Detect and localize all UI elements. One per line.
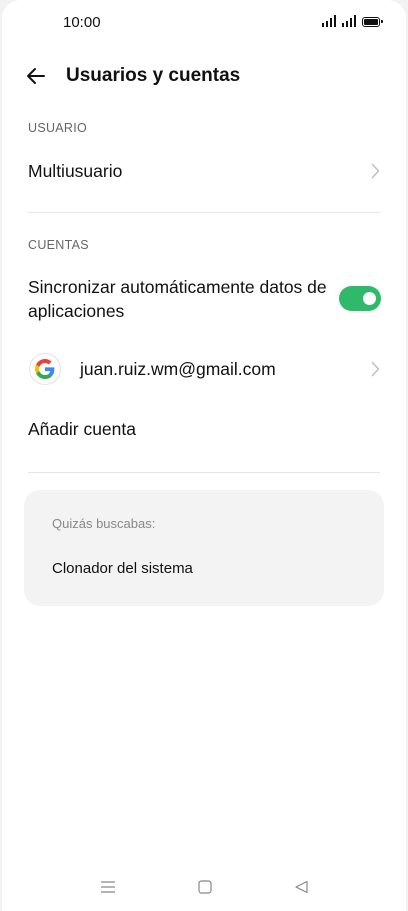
google-icon xyxy=(30,354,60,384)
status-time: 10:00 xyxy=(63,14,101,31)
add-account-label: Añadir cuenta xyxy=(28,419,136,439)
chevron-right-icon xyxy=(371,361,380,377)
section-label-cuentas: CUENTAS xyxy=(28,238,89,252)
status-bar: 10:00 xyxy=(2,0,406,44)
divider xyxy=(28,472,380,473)
suggestion-card: Quizás buscabas: Clonador del sistema xyxy=(24,490,384,606)
multiuser-row[interactable]: Multiusuario xyxy=(2,150,406,194)
signal-icon xyxy=(322,15,336,27)
account-email: juan.ruiz.wm@gmail.com xyxy=(80,359,276,379)
chevron-right-icon xyxy=(371,163,380,179)
signal-icon xyxy=(342,15,356,27)
multiuser-label: Multiusuario xyxy=(28,161,123,181)
sync-label: Sincronizar automáticamente datos de apl… xyxy=(28,277,327,321)
app-header: Usuarios y cuentas xyxy=(2,56,406,96)
back-arrow-icon xyxy=(27,68,45,84)
section-label-usuario: USUARIO xyxy=(28,121,88,135)
back-triangle-icon[interactable] xyxy=(292,879,312,895)
suggestion-item[interactable]: Clonador del sistema xyxy=(52,560,193,577)
menu-icon[interactable] xyxy=(98,879,118,895)
google-account-row[interactable]: juan.ruiz.wm@gmail.com xyxy=(2,348,406,390)
divider xyxy=(28,212,380,213)
home-icon[interactable] xyxy=(195,879,215,895)
sync-row[interactable]: Sincronizar automáticamente datos de apl… xyxy=(2,274,406,328)
sync-toggle[interactable] xyxy=(339,286,381,311)
add-account-row[interactable]: Añadir cuenta xyxy=(2,408,406,450)
battery-icon xyxy=(362,17,383,27)
back-button[interactable] xyxy=(24,64,52,88)
status-icons xyxy=(322,15,383,27)
page-title: Usuarios y cuentas xyxy=(66,65,241,86)
navigation-bar xyxy=(2,863,406,911)
settings-screen: 10:00 Usuarios y cuentas USUARIO Multius… xyxy=(2,0,406,911)
suggestion-hint: Quizás buscabas: xyxy=(52,516,156,531)
